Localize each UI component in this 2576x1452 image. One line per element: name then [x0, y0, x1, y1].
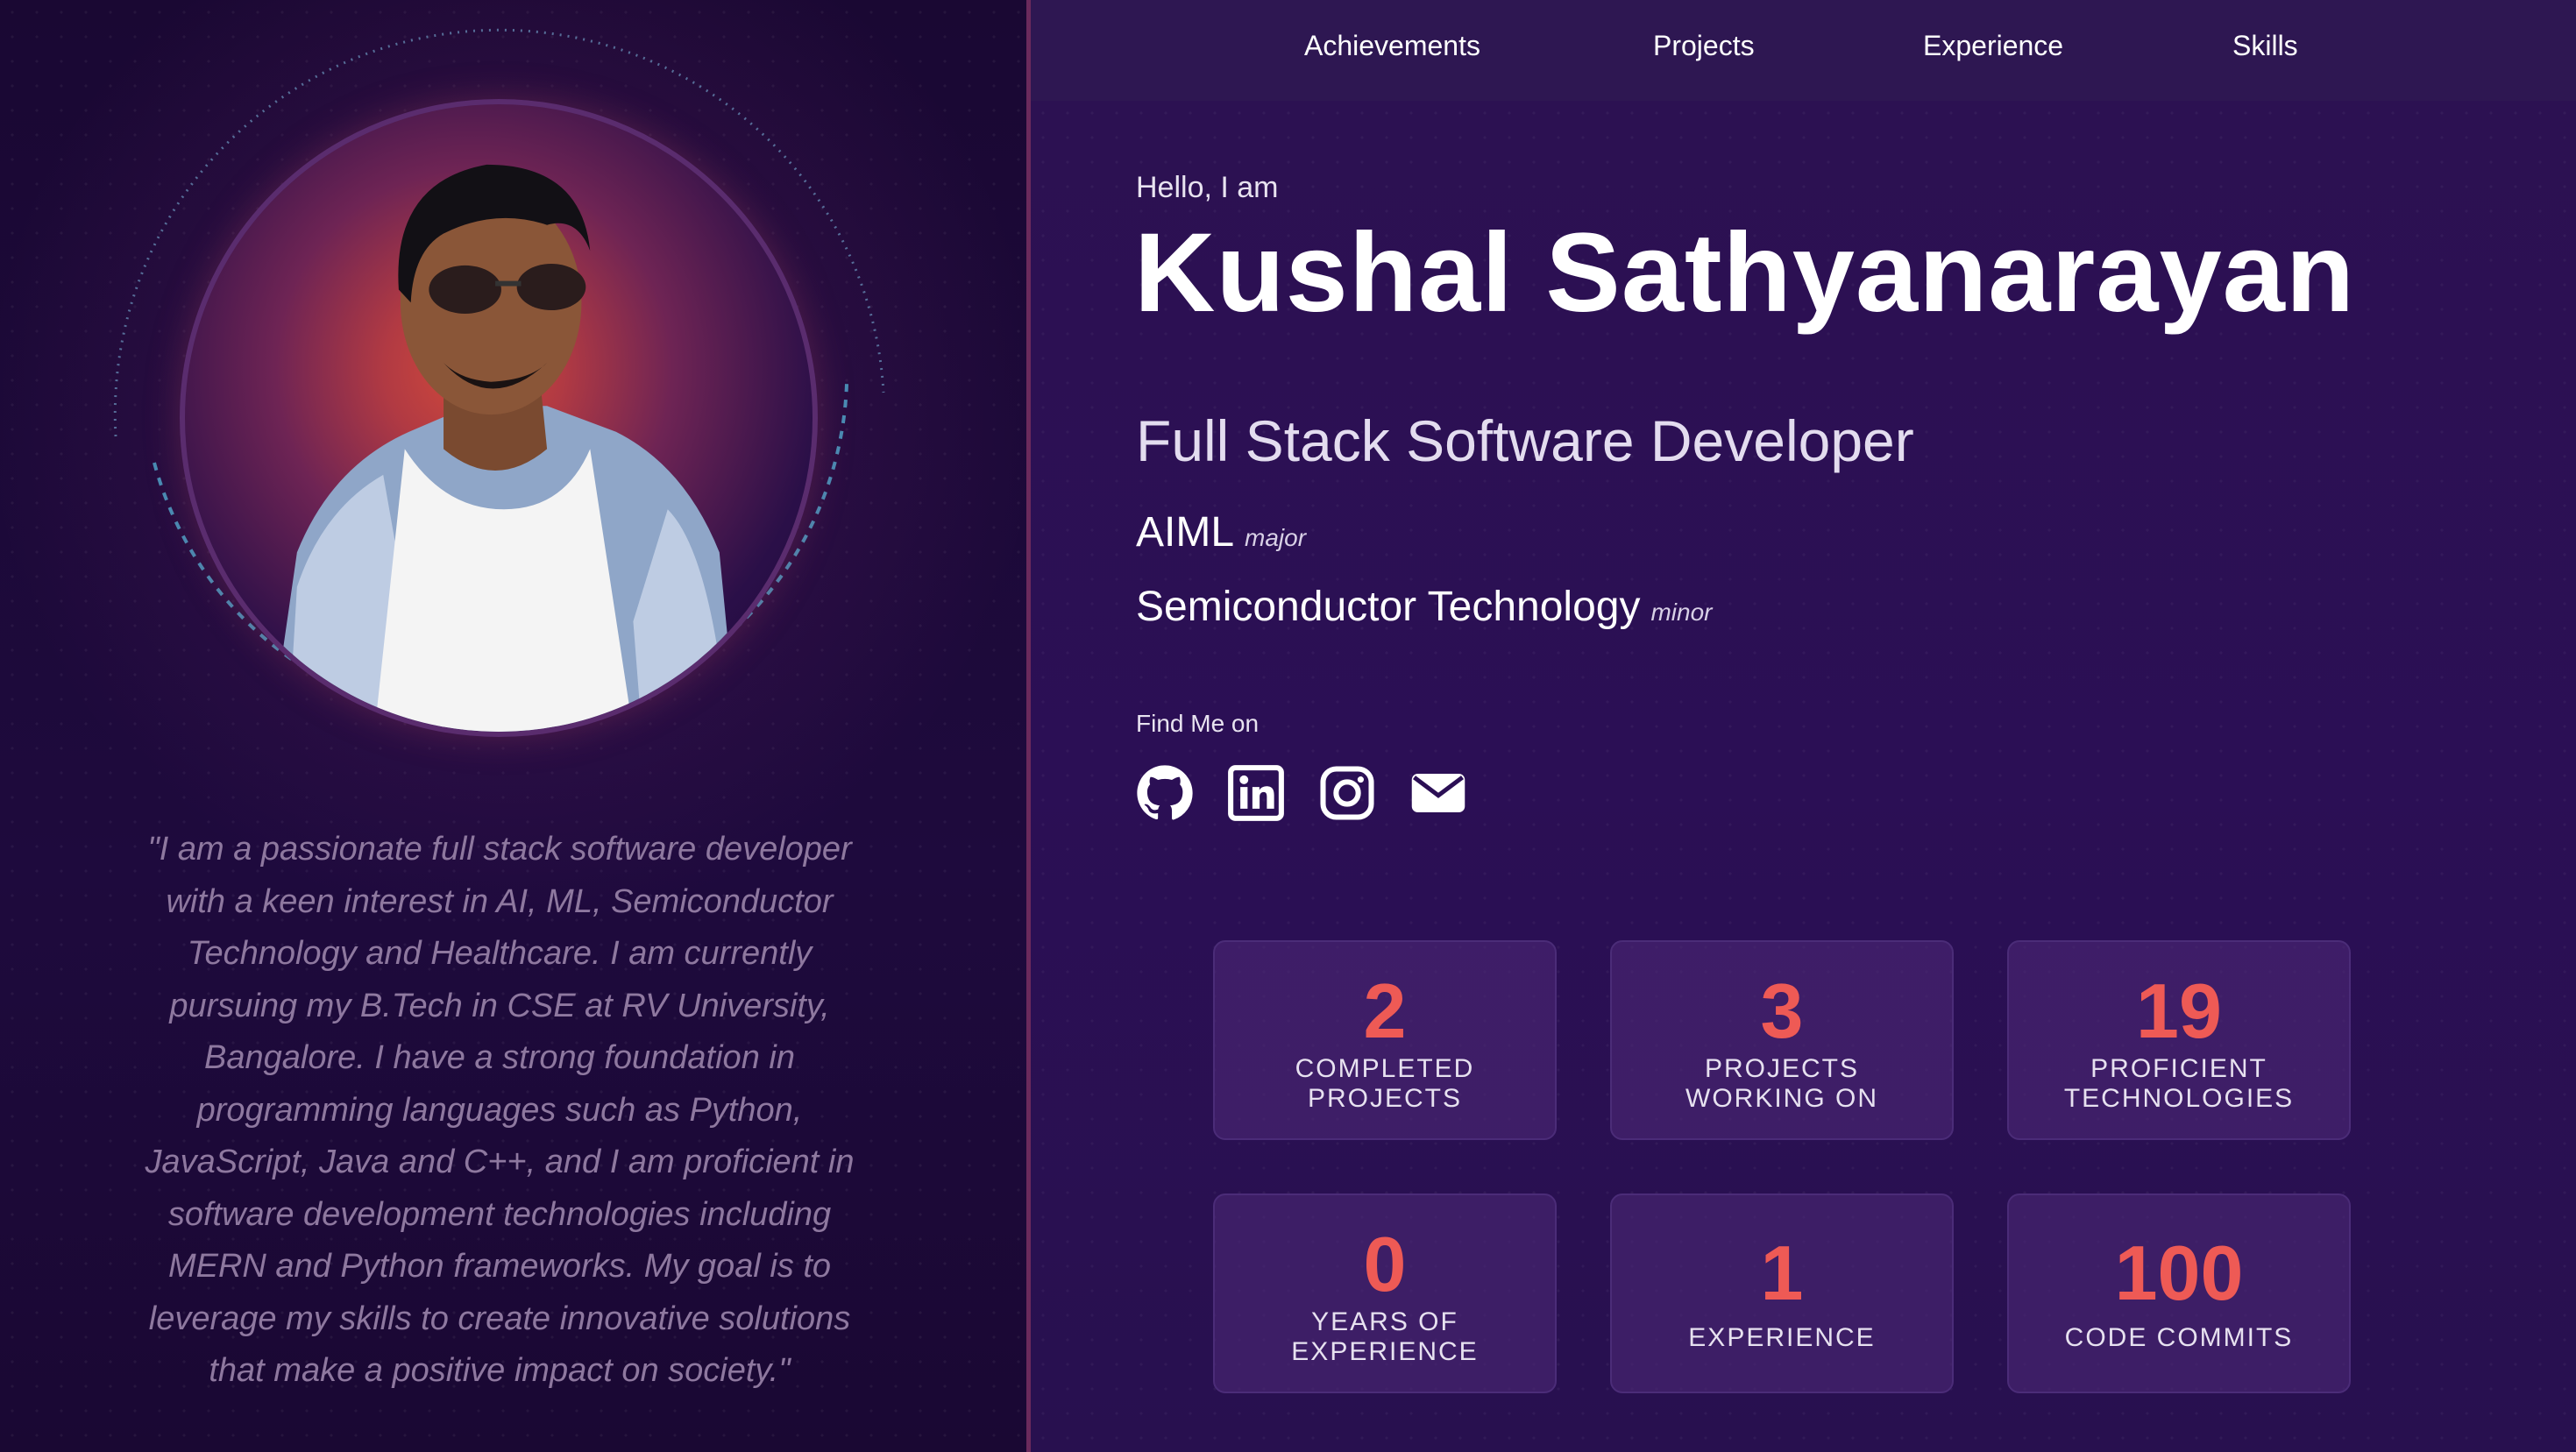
find-me-label: Find Me on [1136, 710, 1260, 737]
stat-label: YEARS OF EXPERIENCE [1215, 1307, 1555, 1367]
minor-value: Semiconductor Technology [1136, 584, 1641, 630]
stat-label: PROJECTS WORKING ON [1612, 1054, 1952, 1114]
stat-number: 0 [1363, 1221, 1407, 1307]
bio-line: software development technologies includ… [167, 1195, 832, 1233]
bio-line: programming languages such as Python, [196, 1091, 803, 1129]
stat-label-line: EXPERIENCE [1291, 1337, 1479, 1366]
stat-label-line: COMPLETED [1295, 1054, 1475, 1083]
stat-number: 19 [2136, 967, 2222, 1054]
stat-label-line: EXPERIENCE [1688, 1323, 1876, 1352]
nav-experience[interactable]: Experience [1923, 30, 2063, 62]
nav-achievements[interactable]: Achievements [1304, 30, 1480, 62]
stat-card-proficient-technologies: 19 PROFICIENT TECHNOLOGIES [2007, 940, 2351, 1140]
nav-projects[interactable]: Projects [1653, 30, 1755, 62]
stat-label: EXPERIENCE [1612, 1323, 1952, 1353]
bio-text: "I am a passionate full stack software d… [131, 824, 868, 1398]
stat-label-line: CODE COMMITS [2064, 1323, 2294, 1352]
stat-label-line: PROJECTS [1307, 1084, 1463, 1113]
stat-label: PROFICIENT TECHNOLOGIES [2009, 1054, 2349, 1114]
email-icon[interactable] [1409, 764, 1467, 822]
bio-line: Bangalore. I have a strong foundation in [204, 1039, 795, 1076]
bio-line: "I am a passionate full stack software d… [147, 831, 852, 868]
bio-line: MERN and Python frameworks. My goal is t… [167, 1248, 832, 1285]
greeting: Hello, I am [1136, 171, 1279, 204]
nav-skills[interactable]: Skills [2232, 30, 2298, 62]
stat-card-code-commits: 100 CODE COMMITS [2007, 1193, 2351, 1393]
bio-line: pursuing my B.Tech in CSE at RV Universi… [169, 987, 830, 1024]
minor-tag: minor [1650, 599, 1713, 626]
stat-card-experience: 1 EXPERIENCE [1610, 1193, 1954, 1393]
stat-card-completed-projects: 2 COMPLETED PROJECTS [1213, 940, 1557, 1140]
top-nav [1031, 0, 2576, 101]
instagram-icon[interactable] [1318, 764, 1376, 822]
stat-card-projects-working-on: 3 PROJECTS WORKING ON [1610, 940, 1954, 1140]
stat-label-line: PROJECTS [1704, 1054, 1860, 1083]
stat-number: 100 [2114, 1229, 2244, 1316]
page-title: Kushal Sathyanarayan [1134, 210, 2355, 336]
stat-label-line: YEARS OF [1311, 1307, 1458, 1336]
stat-number: 2 [1363, 967, 1407, 1054]
github-icon[interactable] [1136, 764, 1194, 822]
stat-label-line: TECHNOLOGIES [2063, 1084, 2295, 1113]
stat-number: 1 [1760, 1229, 1804, 1316]
stat-card-years-of-experience: 0 YEARS OF EXPERIENCE [1213, 1193, 1557, 1393]
major-field: AIML major [1136, 508, 1306, 556]
stat-label: CODE COMMITS [2009, 1323, 2349, 1353]
portrait-image [271, 164, 737, 732]
bio-line: JavaScript, Java and C++, and I am profi… [145, 1144, 855, 1180]
stat-label-line: WORKING ON [1685, 1084, 1878, 1113]
stat-label-line: PROFICIENT [2090, 1054, 2267, 1083]
profile-panel: "I am a passionate full stack software d… [0, 0, 1026, 1452]
stat-label: COMPLETED PROJECTS [1215, 1054, 1555, 1114]
avatar [180, 99, 818, 737]
bio-line: Technology and Healthcare. I am currentl… [187, 935, 813, 972]
linkedin-icon[interactable] [1227, 764, 1285, 822]
bio-line: that make a positive impact on society." [209, 1352, 791, 1389]
major-value: AIML [1136, 509, 1235, 556]
stat-number: 3 [1760, 967, 1804, 1054]
role-title: Full Stack Software Developer [1136, 408, 1914, 473]
bio-line: with a keen interest in AI, ML, Semicond… [166, 882, 834, 920]
minor-field: Semiconductor Technology minor [1136, 583, 1712, 631]
major-tag: major [1245, 524, 1307, 551]
bio-line: leverage my skills to create innovative … [148, 1300, 851, 1337]
